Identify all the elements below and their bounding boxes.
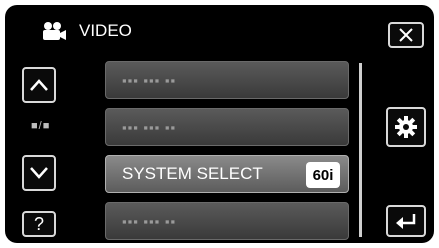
close-x-icon	[399, 28, 413, 42]
close-button[interactable]	[388, 22, 424, 48]
chevron-down-icon	[30, 167, 48, 179]
settings-button[interactable]	[386, 107, 426, 147]
camera-menu-screen: VIDEO ■/■ ? ▪▪▪ ▪▪▪ ▪▪ ▪▪▪ ▪▪▪ ▪▪ SYSTEM…	[5, 5, 434, 243]
menu-item-system-select[interactable]: SYSTEM SELECT 60i	[105, 155, 349, 193]
menu-item-label: ▪▪▪ ▪▪▪ ▪▪	[122, 119, 177, 135]
scroll-down-button[interactable]	[22, 155, 56, 191]
back-button[interactable]	[386, 205, 426, 237]
return-arrow-icon	[396, 214, 416, 229]
menu-item-2[interactable]: ▪▪▪ ▪▪▪ ▪▪	[105, 108, 349, 146]
scroll-up-button[interactable]	[22, 67, 56, 103]
menu-item-label: ▪▪▪ ▪▪▪ ▪▪	[122, 213, 177, 229]
chevron-up-icon	[30, 79, 48, 91]
menu-item-label: ▪▪▪ ▪▪▪ ▪▪	[122, 72, 177, 88]
video-camera-icon	[43, 22, 66, 40]
menu-title: VIDEO	[79, 21, 132, 40]
help-button[interactable]: ?	[22, 211, 56, 237]
gear-icon	[395, 116, 417, 138]
scrollbar[interactable]	[359, 63, 362, 237]
menu-header: VIDEO	[41, 21, 132, 41]
menu-item-label: SYSTEM SELECT	[122, 164, 263, 183]
value-badge: 60i	[306, 162, 340, 188]
page-indicator: ■/■	[31, 120, 51, 132]
menu-item-4[interactable]: ▪▪▪ ▪▪▪ ▪▪	[105, 202, 349, 240]
help-label: ?	[33, 213, 44, 234]
menu-item-1[interactable]: ▪▪▪ ▪▪▪ ▪▪	[105, 61, 349, 99]
